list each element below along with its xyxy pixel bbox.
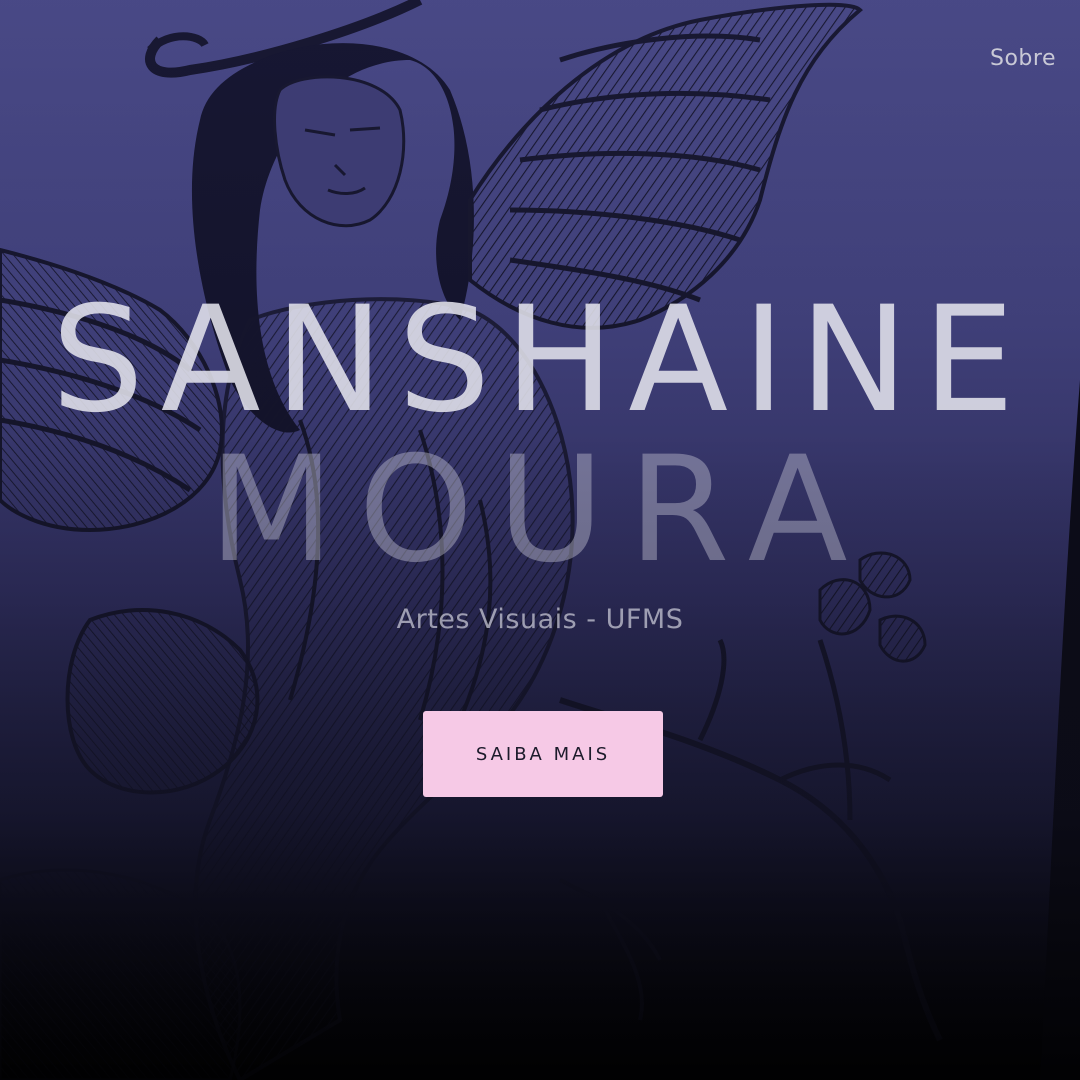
hero-title-last-name: MOURA [208,425,872,595]
hero-section: Sobre SANSHAINE MOURA Artes Visuais - UF… [0,0,1080,1080]
hero-subtitle: Artes Visuais - UFMS [396,604,684,635]
saiba-mais-button[interactable]: SAIBA MAIS [423,711,663,797]
nav-link-sobre[interactable]: Sobre [990,46,1056,71]
hero-title-first-name: SANSHAINE [51,275,1029,445]
